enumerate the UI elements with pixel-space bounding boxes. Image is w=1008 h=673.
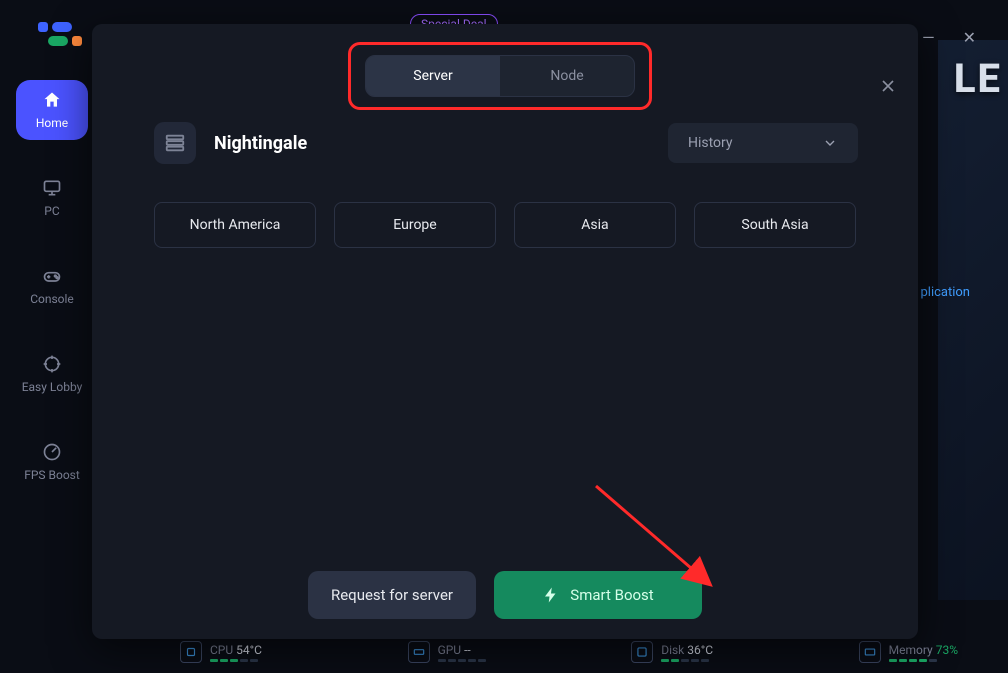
region-north-america[interactable]: North America bbox=[154, 202, 316, 248]
sidebar-item-fps-boost[interactable]: FPS Boost bbox=[16, 432, 88, 492]
sidebar-item-pc[interactable]: PC bbox=[16, 168, 88, 228]
home-icon bbox=[42, 90, 62, 110]
background-title-fragment: LE bbox=[954, 55, 1002, 102]
system-stats-bar: CPU 54°C GPU -- Disk 36°C Memory 73% bbox=[180, 641, 958, 663]
chevron-down-icon bbox=[822, 135, 838, 151]
cpu-icon bbox=[180, 641, 202, 663]
minimize-icon[interactable]: — bbox=[922, 28, 935, 47]
tab-highlight-annotation: Server Node bbox=[348, 42, 652, 110]
gamepad-icon bbox=[42, 266, 62, 286]
cpu-stat: CPU 54°C bbox=[180, 641, 262, 663]
server-select-modal: Server Node Nightingale History North Am… bbox=[92, 24, 918, 639]
sidebar-item-label: Easy Lobby bbox=[22, 380, 83, 394]
region-south-asia[interactable]: South Asia bbox=[694, 202, 856, 248]
sidebar-item-label: PC bbox=[44, 204, 59, 218]
tab-node[interactable]: Node bbox=[500, 56, 634, 96]
smart-boost-button[interactable]: Smart Boost bbox=[494, 571, 702, 619]
sidebar: Home PC Console Easy Lobby FPS Boost bbox=[16, 80, 88, 492]
gpu-stat: GPU -- bbox=[408, 641, 486, 663]
close-icon[interactable]: ✕ bbox=[963, 28, 976, 47]
request-server-button[interactable]: Request for server bbox=[308, 571, 476, 619]
background-link-fragment: plication bbox=[920, 285, 970, 300]
region-asia[interactable]: Asia bbox=[514, 202, 676, 248]
server-stack-icon bbox=[154, 122, 196, 164]
sidebar-item-easy-lobby[interactable]: Easy Lobby bbox=[16, 344, 88, 404]
sidebar-item-home[interactable]: Home bbox=[16, 80, 88, 140]
tab-server[interactable]: Server bbox=[366, 56, 500, 96]
history-label: History bbox=[688, 135, 733, 151]
game-title: Nightingale bbox=[214, 133, 307, 154]
disk-stat: Disk 36°C bbox=[631, 641, 713, 663]
monitor-icon bbox=[42, 178, 62, 198]
region-list: North America Europe Asia South Asia bbox=[154, 202, 856, 248]
crosshair-icon bbox=[42, 354, 62, 374]
window-controls: — ✕ bbox=[922, 28, 976, 47]
sidebar-item-label: FPS Boost bbox=[24, 468, 80, 482]
server-node-tabs: Server Node bbox=[365, 55, 635, 97]
disk-icon bbox=[631, 641, 653, 663]
history-dropdown[interactable]: History bbox=[668, 123, 858, 163]
memory-stat: Memory 73% bbox=[859, 641, 958, 663]
gauge-icon bbox=[42, 442, 62, 462]
region-europe[interactable]: Europe bbox=[334, 202, 496, 248]
background-art bbox=[938, 40, 1008, 600]
smart-boost-label: Smart Boost bbox=[570, 586, 653, 604]
sidebar-item-label: Home bbox=[36, 116, 68, 130]
memory-icon bbox=[859, 641, 881, 663]
app-logo bbox=[38, 22, 82, 46]
sidebar-item-console[interactable]: Console bbox=[16, 256, 88, 316]
sidebar-item-label: Console bbox=[30, 292, 74, 306]
gpu-icon bbox=[408, 641, 430, 663]
modal-close-button[interactable] bbox=[878, 76, 898, 100]
lightning-icon bbox=[542, 586, 560, 604]
